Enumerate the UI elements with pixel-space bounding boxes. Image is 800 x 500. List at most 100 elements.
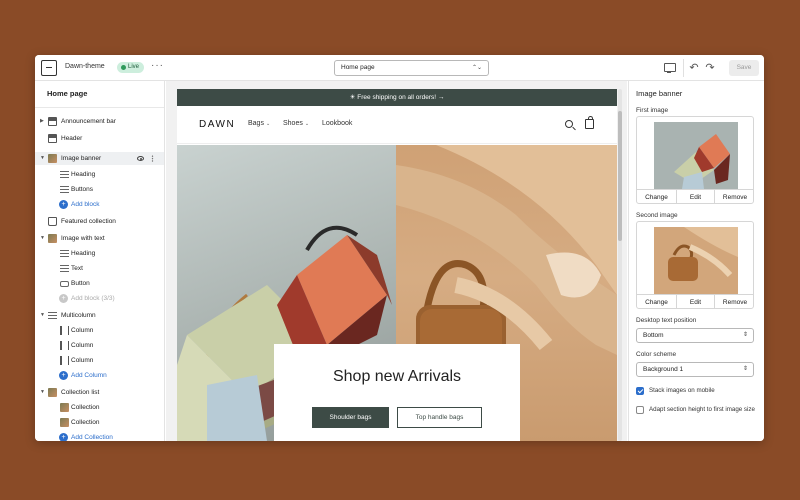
page-select[interactable]: Home page ⌃⌄ (334, 60, 489, 76)
second-image-preview (654, 227, 738, 294)
nav-shoes[interactable]: Shoes ⌄ (283, 120, 309, 127)
stack-images-checkbox[interactable] (636, 387, 644, 395)
sidebar-item-label: Collection (71, 404, 100, 411)
chevron-down-icon[interactable]: ▼ (40, 152, 45, 165)
sidebar-item-label: Featured collection (61, 218, 116, 225)
chevron-down-icon[interactable]: ▼ (40, 386, 45, 399)
chevron-right-icon[interactable]: ▶ (40, 115, 44, 128)
banner-heading[interactable]: Shop new Arrivals (274, 368, 520, 386)
search-icon[interactable] (565, 120, 573, 128)
add-column-button[interactable]: + Add Column (35, 369, 164, 382)
sidebar-item-image-with-text[interactable]: ▼ Image with text (35, 232, 164, 245)
sidebar-item-label: Header (61, 135, 83, 142)
save-button[interactable]: Save (729, 60, 759, 76)
sidebar-item-announcement-bar[interactable]: ▶ Announcement bar (35, 115, 164, 128)
redo-icon[interactable]: ↷ (703, 61, 717, 75)
theme-editor-window: Dawn-theme Live ··· Home page ⌃⌄ ↶ ↷ Sav… (35, 55, 764, 441)
site-header: DAWN Bags ⌄ Shoes ⌄ Lookbook (177, 106, 617, 144)
first-image-thumbnail[interactable] (654, 122, 738, 189)
sections-sidebar: Home page ▶ Announcement bar Header ▼ Im… (35, 81, 165, 441)
toolbar-divider (683, 59, 684, 77)
sidebar-item-header[interactable]: Header (35, 132, 164, 145)
second-image-label: Second image (636, 212, 678, 219)
preview-scrollbar-thumb[interactable] (618, 111, 622, 241)
sidebar-item-label: Collection (71, 419, 100, 426)
chevron-down-icon[interactable]: ▼ (40, 232, 45, 245)
sidebar-block-column[interactable]: Column (35, 354, 164, 367)
text-lines-icon (60, 186, 69, 193)
add-block-button[interactable]: + Add block (35, 198, 164, 211)
chevron-down-icon: ⌃⌄ (471, 65, 482, 71)
chevron-down-icon: ⌄ (265, 121, 271, 127)
page-select-value: Home page (341, 64, 375, 71)
change-image-button[interactable]: Change (637, 190, 676, 203)
nav-lookbook[interactable]: Lookbook (322, 120, 352, 127)
image-icon (48, 388, 57, 397)
collection-image-icon (60, 418, 69, 427)
sidebar-item-label: Add Column (71, 372, 107, 379)
panel-title: Image banner (636, 89, 683, 98)
plus-icon: + (59, 433, 68, 441)
theme-name: Dawn-theme (65, 63, 105, 70)
cart-icon[interactable] (585, 116, 594, 129)
bag-icon (48, 217, 57, 226)
sidebar-block-column[interactable]: Column (35, 339, 164, 352)
remove-image-button[interactable]: Remove (714, 295, 753, 308)
sidebar-block-heading[interactable]: Heading (35, 247, 164, 260)
second-image-actions: Change Edit Remove (637, 294, 753, 308)
sidebar-item-label: Column (71, 342, 94, 349)
top-handle-bags-button[interactable]: Top handle bags (397, 407, 482, 428)
color-scheme-select[interactable]: Background 1 ⇕ (636, 362, 754, 377)
plus-icon: + (59, 371, 68, 380)
text-lines-icon (60, 265, 69, 272)
sidebar-block-heading[interactable]: Heading (35, 168, 164, 181)
sidebar-item-collection-list[interactable]: ▼ Collection list (35, 386, 164, 399)
chevron-down-icon: ⌄ (304, 121, 310, 127)
desktop-text-position-label: Desktop text position (636, 317, 697, 324)
section-icon (48, 117, 57, 126)
sidebar-item-featured-collection[interactable]: Featured collection (35, 215, 164, 228)
more-actions-icon[interactable]: ··· (151, 61, 164, 71)
sidebar-item-label: Heading (71, 171, 96, 178)
sidebar-block-collection[interactable]: Collection (35, 416, 164, 429)
select-value: Bottom (643, 332, 664, 339)
edit-image-button[interactable]: Edit (676, 190, 714, 203)
eye-icon[interactable] (137, 156, 144, 161)
remove-image-button[interactable]: Remove (714, 190, 753, 203)
store-logo[interactable]: DAWN (199, 119, 235, 130)
image-banner[interactable]: Shop new Arrivals Shoulder bags Top hand… (177, 145, 617, 441)
image-icon (48, 234, 57, 243)
sidebar-item-multicolumn[interactable]: ▼ Multicolumn (35, 309, 164, 322)
sidebar-block-button[interactable]: Button (35, 277, 164, 290)
desktop-text-position-select[interactable]: Bottom ⇕ (636, 328, 754, 343)
drag-handle-icon[interactable] (151, 155, 154, 162)
first-image-picker: Change Edit Remove (636, 116, 754, 204)
add-collection-button[interactable]: + Add Collection (35, 431, 164, 441)
sidebar-item-label: Collection list (61, 389, 100, 396)
adapt-height-label: Adapt section height to first image size (649, 406, 755, 413)
sidebar-block-text[interactable]: Text (35, 262, 164, 275)
sidebar-item-image-banner[interactable]: ▼ Image banner (35, 152, 164, 165)
section-icon (48, 134, 57, 143)
sidebar-block-column[interactable]: Column (35, 324, 164, 337)
desktop-preview-icon[interactable] (662, 61, 676, 75)
sidebar-item-label: Image with text (61, 235, 105, 242)
sidebar-block-collection[interactable]: Collection (35, 401, 164, 414)
announcement-bar[interactable]: ☀ Free shipping on all orders! → (177, 89, 617, 106)
sidebar-block-buttons[interactable]: Buttons (35, 183, 164, 196)
adapt-height-checkbox[interactable] (636, 406, 644, 414)
first-image-actions: Change Edit Remove (637, 189, 753, 203)
change-image-button[interactable]: Change (637, 295, 676, 308)
shoulder-bags-button[interactable]: Shoulder bags (312, 407, 389, 428)
chevron-down-icon[interactable]: ▼ (40, 309, 45, 322)
undo-icon[interactable]: ↶ (687, 61, 701, 75)
columns-icon (48, 312, 57, 319)
second-image-thumbnail[interactable] (654, 227, 738, 294)
select-value: Background 1 (643, 366, 684, 373)
nav-bags[interactable]: Bags ⌄ (248, 120, 270, 127)
chevron-updown-icon: ⇕ (742, 332, 748, 338)
sidebar-item-label: Column (71, 327, 94, 334)
sidebar-item-label: Add block (3/3) (71, 295, 115, 302)
edit-image-button[interactable]: Edit (676, 295, 714, 308)
exit-icon[interactable] (41, 60, 57, 76)
